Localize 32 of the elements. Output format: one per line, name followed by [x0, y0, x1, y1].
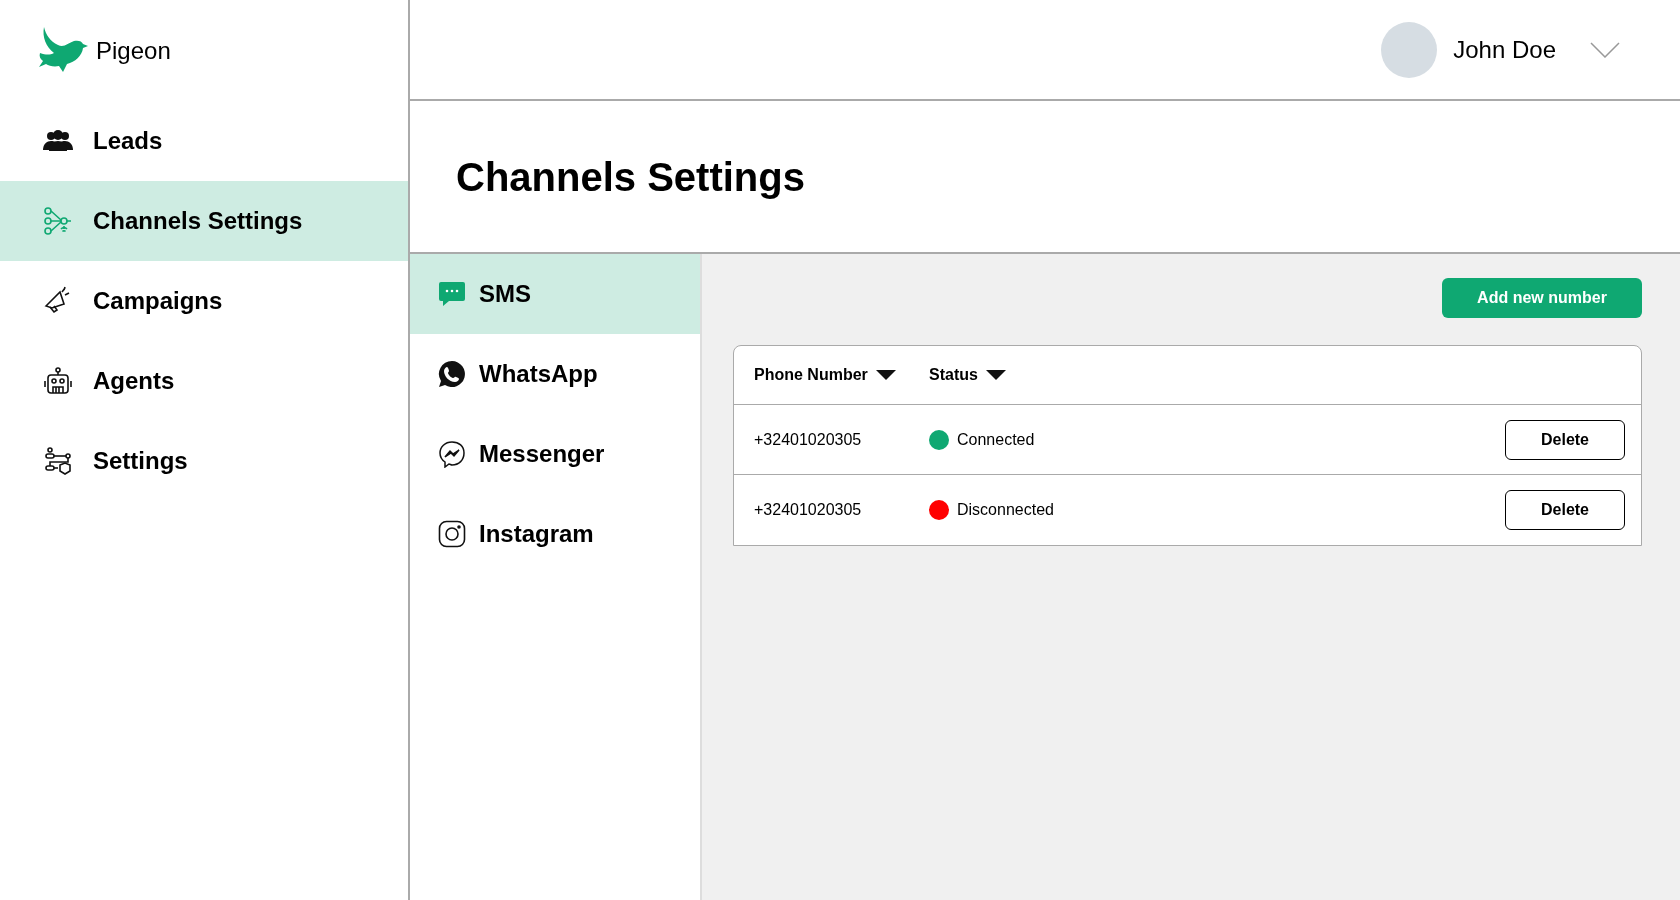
channel-tab[interactable]: Instagram: [410, 494, 700, 574]
sidebar-item[interactable]: Campaigns: [0, 261, 408, 341]
status-text: Disconnected: [957, 500, 1055, 520]
sort-caret-icon: [985, 370, 1006, 380]
messenger-icon: [438, 440, 466, 468]
sort-caret-icon: [875, 370, 896, 380]
flowchart-icon: [44, 447, 72, 475]
phone-number: +32401020305: [754, 429, 863, 450]
channel-tab[interactable]: WhatsApp: [410, 334, 700, 414]
delete-button[interactable]: Delete: [1505, 419, 1625, 460]
delete-button[interactable]: Delete: [1505, 490, 1625, 530]
sidebar-item[interactable]: Agents: [0, 341, 408, 421]
channel-tab[interactable]: SMS: [410, 254, 700, 334]
channel-tab[interactable]: Messenger: [410, 414, 700, 494]
instagram-icon: [438, 520, 466, 548]
phone-number: +32401020305: [754, 500, 863, 520]
column-header[interactable]: Phone Number: [754, 363, 929, 387]
network-icon: [44, 207, 72, 235]
user-menu-button[interactable]: John Doe: [1453, 31, 1620, 68]
megaphone-icon: [44, 286, 72, 316]
sidebar-item[interactable]: Leads: [0, 101, 408, 181]
sidebar-item[interactable]: Settings: [0, 421, 408, 501]
brand-name: Pigeon: [96, 35, 171, 66]
chat-bubble-icon: [438, 281, 466, 307]
column-header[interactable]: Status: [929, 363, 1049, 387]
sidebar-item[interactable]: Channels Settings: [0, 181, 408, 261]
robot-icon: [44, 367, 72, 395]
people-icon: [43, 130, 73, 152]
status-text: Connected: [957, 429, 1036, 450]
page-title: Channels Settings: [456, 153, 805, 201]
chevron-down-icon: [1590, 41, 1620, 58]
whatsapp-icon: [438, 360, 466, 388]
